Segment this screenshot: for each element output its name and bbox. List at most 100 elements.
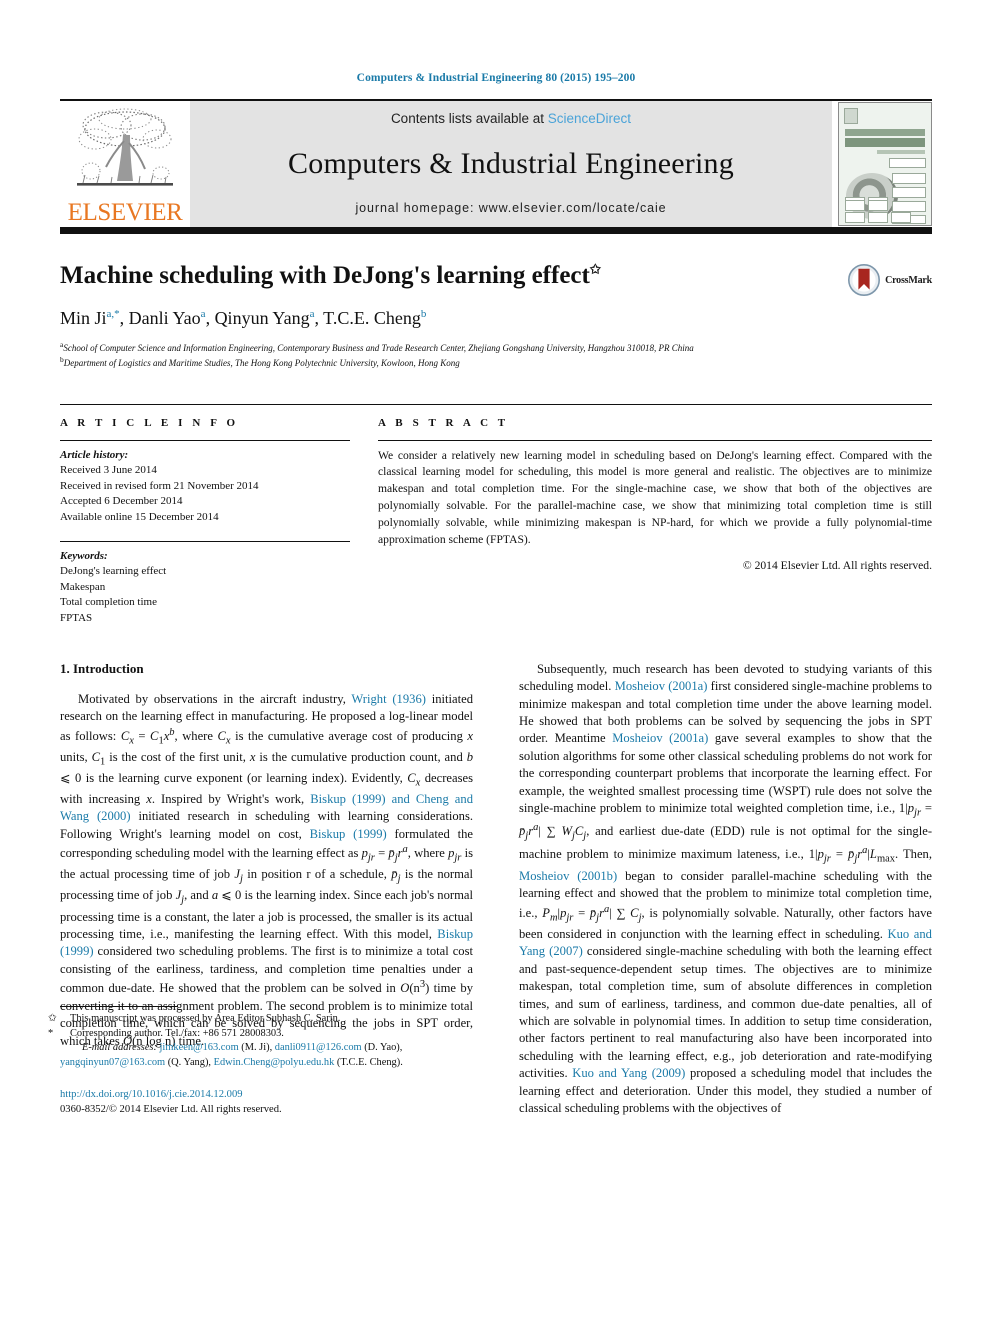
cover-grid-7 [891,212,911,223]
article-history-label: Article history: [60,448,129,461]
affiliations: aSchool of Computer Science and Informat… [60,340,932,370]
citation-link[interactable]: Kuo and Yang (2007) [519,927,932,958]
math-variable: x [467,728,473,743]
article-info-divider [60,439,350,441]
section-heading-introduction: 1. Introduction [60,660,144,676]
citation-link[interactable]: Biskup (1999) [310,827,387,841]
math-variable: x [249,749,256,764]
abstract-divider [378,439,932,441]
footnote-editor-text: This manuscript was processed by Area Ed… [70,1012,341,1024]
affiliation-text: School of Computer Science and Informati… [63,342,694,353]
cover-side-box-3 [892,201,926,212]
keywords-label: Keywords: [60,549,108,562]
contents-list-line: Contents lists available at ScienceDirec… [391,111,631,126]
citation-link[interactable]: Wright (1936) [351,692,426,706]
email-address[interactable]: jimkeen@163.com [160,1042,239,1053]
author-name[interactable]: Qinyun Yang [215,308,310,328]
sciencedirect-link[interactable]: ScienceDirect [548,111,631,126]
cover-grid-6 [868,212,888,223]
math-superscript: a [604,903,610,915]
math-superscript: a [402,844,408,856]
article-title-text: Machine scheduling with DeJong's learnin… [60,262,590,289]
intro-paragraph-right: Subsequently, much research has been dev… [519,661,933,1116]
footnote-corresponding-author: * Corresponding author. Tel./fax: +86 571… [48,1027,473,1042]
math-variable: b [466,749,473,764]
email-address[interactable]: Edwin.Cheng@polyu.edu.hk [214,1057,335,1068]
article-history: Article history: Received 3 June 2014 Re… [60,448,350,526]
emails-label: E-mail addresses: [82,1042,157,1054]
cover-side-box-2 [892,187,926,198]
math-subscript: jr [367,852,375,864]
affiliation-text: Department of Logistics and Maritime Stu… [63,357,460,368]
citation-link[interactable]: Biskup (1999) [60,927,473,958]
page-title: Machine scheduling with DeJong's learnin… [60,262,780,291]
journal-cover-image [838,102,932,226]
keywords-block: Keywords: DeJong's learning effect Makes… [60,549,350,627]
author-name[interactable]: Danli Yao [129,308,201,328]
math-subscript: j [181,895,185,906]
affiliation-item: aSchool of Computer Science and Informat… [60,340,932,355]
abstract-column: A B S T R A C T We consider a relatively… [378,417,932,627]
math-superscript: b [169,726,175,738]
cover-title-line-2 [845,138,925,147]
journal-homepage[interactable]: journal homepage: www.elsevier.com/locat… [356,201,667,215]
cover-grid-3 [845,200,865,211]
footnote-editor: ✩ This manuscript was processed by Area E… [48,1012,473,1027]
elsevier-tree-icon [77,108,173,186]
author-name[interactable]: Min Ji [60,308,107,328]
crossmark-label: CrossMark [885,274,932,286]
footnote-rule [60,1005,178,1007]
math-subscript: j [397,873,401,885]
author-name[interactable]: T.C.E. Cheng [323,308,421,328]
title-footnote-marker: ✩ [589,261,601,277]
citation-link[interactable]: Mosheiov (2001a) [612,731,708,745]
elsevier-wordmark: ELSEVIER [67,199,183,226]
footnote-mark-asterisk: * [48,1027,54,1039]
email-address[interactable]: danli0911@126.com [275,1042,362,1053]
math-subscript: x [225,735,231,747]
math-subscript: max [876,854,896,866]
abstract-heading: A B S T R A C T [378,416,509,429]
math-variable: C [120,728,130,743]
author-affil-marks: a [200,307,206,320]
journal-band: Contents lists available at ScienceDirec… [190,101,832,227]
author-list: Min Jia,*, Danli Yaoa, Qinyun Yanga, T.C… [60,307,427,328]
crossmark-badge[interactable]: CrossMark [848,264,932,296]
math-superscript: 3 [419,979,426,991]
cover-grid-4 [868,200,888,211]
keyword-item: Total completion time [60,596,157,609]
doi-link[interactable]: http://dx.doi.org/10.1016/j.cie.2014.12.… [60,1087,473,1102]
title-block: CrossMark Machine scheduling with DeJong… [60,262,932,370]
elsevier-logo: ELSEVIER [60,101,190,227]
math-variable: C [630,905,639,920]
math-superscript: a [862,845,868,857]
math-variable: a [211,888,219,903]
math-subscript: j [240,873,243,885]
math-subscript: jr [823,854,831,866]
abstract-text: We consider a relatively new learning mo… [378,448,932,546]
author-affil-marks: a [309,307,315,320]
journal-cover-thumbnail[interactable] [832,101,932,227]
math-subscript: x [129,735,134,747]
author-affil-marks: b [420,307,427,320]
email-address[interactable]: yangqinyun07@163.com [60,1057,165,1068]
citation-link[interactable]: Biskup (1999) and Cheng and Wang (2000) [60,792,473,823]
issn-copyright-line: 0360-8352/© 2014 Elsevier Ltd. All right… [60,1104,282,1116]
cover-box-top [889,158,926,168]
article-info-column: A R T I C L E I N F O Article history: R… [60,417,350,627]
doi-block: http://dx.doi.org/10.1016/j.cie.2014.12.… [60,1087,473,1118]
math-variable: L [869,847,877,862]
math-variable: C [91,749,100,764]
citation-link[interactable]: Kuo and Yang (2009) [572,1066,685,1080]
math-subscript: jr [566,912,574,924]
footnote-emails: E-mail addresses: jimkeen@163.com (M. Ji… [60,1042,403,1069]
math-variable: W [561,824,572,839]
running-head: Computers & Industrial Engineering 80 (2… [356,72,636,84]
body-columns: 1. Introduction Motivated by observation… [48,660,933,1118]
keyword-item: DeJong's learning effect [60,565,167,578]
math-variable: O [400,981,410,996]
citation-link[interactable]: Mosheiov (2001b) [519,869,617,883]
citation-link[interactable]: Mosheiov (2001a) [615,679,708,693]
footnote-mark-star: ✩ [48,1012,57,1024]
